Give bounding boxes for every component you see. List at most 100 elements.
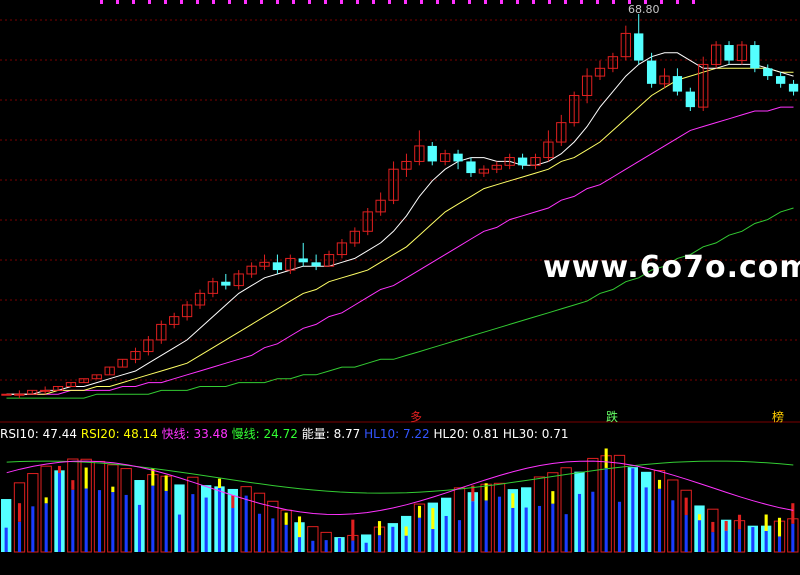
indicator-energy-bar <box>564 514 568 552</box>
indicator-energy-bar <box>137 504 142 552</box>
candle-body <box>788 83 799 92</box>
indicator-hl-segment <box>297 516 302 538</box>
indicator-energy-bar <box>711 532 715 552</box>
top-tick <box>132 0 135 4</box>
candle-body <box>634 33 644 61</box>
indicator-energy-bar <box>337 538 342 552</box>
indicator-energy-bar <box>151 485 155 552</box>
indicator-energy-bar <box>604 467 608 552</box>
top-tick <box>196 0 199 4</box>
candle-body <box>763 68 773 77</box>
indicator-energy-bar <box>764 530 768 552</box>
candle-body <box>427 145 437 162</box>
indicator-energy-bar <box>591 491 595 552</box>
indicator-energy-bar <box>671 500 675 552</box>
indicator-hl-segment <box>217 478 222 488</box>
top-tick <box>692 0 695 4</box>
indicator-hl-segment <box>511 493 515 508</box>
indicator-energy-bar <box>657 488 662 552</box>
indicator-hl-segment <box>417 505 422 518</box>
top-tick <box>308 0 311 4</box>
top-tick <box>548 0 551 4</box>
top-tick <box>516 0 519 4</box>
indicator-energy-bar <box>231 508 235 552</box>
top-tick <box>324 0 327 4</box>
indicator-energy-bar <box>204 497 208 552</box>
signal-marker-fall: 跌 <box>606 410 619 424</box>
candle-body <box>646 60 657 84</box>
candle-body <box>298 258 308 263</box>
indicator-energy-bar <box>191 494 195 552</box>
top-tick <box>212 0 215 4</box>
indicator-energy-bar <box>417 517 422 552</box>
indicator-energy-bar <box>57 473 62 552</box>
candle-body <box>272 262 283 271</box>
indicator-energy-bar <box>524 507 528 552</box>
top-tick <box>484 0 487 4</box>
top-tick <box>452 0 455 4</box>
indicator-hl-segment <box>431 508 435 530</box>
top-tick <box>580 0 583 4</box>
candle-body <box>221 281 231 286</box>
top-tick <box>404 0 407 4</box>
ma-white-line <box>6 52 794 395</box>
ma-green-line <box>6 207 794 399</box>
indicator-energy-bar <box>217 487 222 552</box>
legend-rsi20: RSI20: 48.14 <box>80 427 158 441</box>
indicator-hl-segment <box>231 495 235 509</box>
indicator-hl-segment <box>684 497 688 516</box>
indicator-energy-bar <box>484 500 488 552</box>
top-tick <box>564 0 567 4</box>
indicator-energy-bar <box>444 515 448 552</box>
indicator-energy-bar <box>17 521 22 552</box>
indicator-energy-bar <box>84 488 88 552</box>
indicator-energy-bar <box>271 518 275 552</box>
candle-body <box>453 153 463 162</box>
indicator-energy-bar <box>617 501 622 552</box>
indicator-energy-bar <box>577 493 582 552</box>
indicator-hl-segment <box>791 503 795 524</box>
indicator-hl-segment <box>604 448 608 468</box>
candle-body <box>1 393 12 396</box>
indicator-energy-bar <box>684 515 688 552</box>
indicator-hl-segment <box>657 479 662 489</box>
ma-yellow-line <box>6 67 794 395</box>
legend-hl20: HL20: 0.81 <box>433 427 500 441</box>
top-tick <box>500 0 503 4</box>
indicator-hl-segment <box>284 512 288 525</box>
indicator-energy-bar <box>511 507 515 552</box>
legend-hl10: HL10: 7.22 <box>364 427 430 441</box>
indicator-energy-bar <box>377 535 382 552</box>
top-tick <box>180 0 183 4</box>
indicator-hl-segment <box>724 520 728 531</box>
candle-body <box>724 45 734 61</box>
candle-body <box>466 161 476 174</box>
legend-energy: 能量: 8.77 <box>301 427 361 441</box>
top-tick <box>676 0 679 4</box>
indicator-energy-bar <box>284 524 288 552</box>
top-tick <box>148 0 151 4</box>
top-tick <box>340 0 343 4</box>
top-tick <box>372 0 375 4</box>
candle-body <box>40 389 51 392</box>
indicator-hl-segment <box>777 517 782 537</box>
indicator-hl-segment <box>404 526 408 536</box>
indicator-energy-bar <box>97 490 102 552</box>
top-tick <box>276 0 279 4</box>
indicator-legend: RSI10: 47.44 RSI20: 48.14 快线: 33.48 慢线: … <box>0 425 568 441</box>
top-tick <box>420 0 423 4</box>
indicator-energy-bar <box>31 506 35 552</box>
candle-body <box>685 91 695 108</box>
indicator-energy-bar <box>324 540 328 552</box>
indicator-energy-bar <box>631 468 635 552</box>
indicator-energy-bar <box>497 496 502 552</box>
indicator-energy-bar <box>404 535 408 552</box>
legend-rsi10: RSI10: 47.44 <box>0 427 77 441</box>
indicator-hl-segment <box>711 521 715 533</box>
top-tick <box>612 0 615 4</box>
legend-fast-line: 快线: 33.48 <box>161 427 228 441</box>
top-tick <box>436 0 439 4</box>
top-tick <box>388 0 391 4</box>
signal-marker-rank: 榜 <box>772 410 785 424</box>
indicator-energy-bar <box>177 514 182 552</box>
